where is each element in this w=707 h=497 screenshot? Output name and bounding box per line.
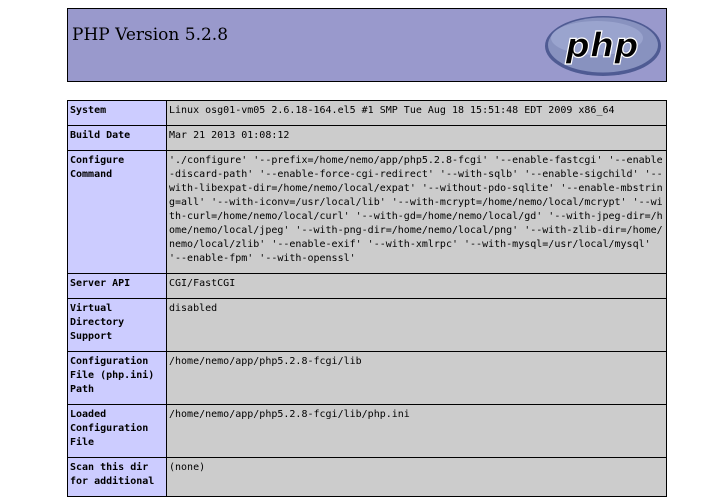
row-key: Server API: [67, 273, 167, 299]
row-value: './configure' '--prefix=/home/nemo/app/p…: [166, 150, 667, 274]
row-key: Scan this dir for additional: [67, 457, 167, 497]
row-key: Loaded Configuration File: [67, 404, 167, 458]
row-value: Mar 21 2013 01:08:12: [166, 125, 667, 151]
table-row: Virtual Directory Support disabled: [67, 298, 667, 352]
row-key: Virtual Directory Support: [67, 298, 167, 352]
row-value: /home/nemo/app/php5.2.8-fcgi/lib: [166, 351, 667, 405]
table-row: Loaded Configuration File/home/nemo/app/…: [67, 404, 667, 458]
row-key: System: [67, 100, 167, 126]
table-row: Scan this dir for additional (none): [67, 457, 667, 497]
table-row: System Linux osg01-vm05 2.6.18-164.el5 #1…: [67, 100, 667, 126]
php-logo-text: php: [565, 26, 639, 66]
php-logo-icon: php: [545, 16, 661, 76]
table-row: Configure Command './configure' '--prefix…: [67, 150, 667, 274]
table-row: Configuration File (php.ini) Path/home/n…: [67, 351, 667, 405]
row-value: /home/nemo/app/php5.2.8-fcgi/lib/php.ini: [166, 404, 667, 458]
table-row: Server API CGI/FastCGI: [67, 273, 667, 299]
page-title: PHP Version 5.2.8: [72, 25, 229, 45]
row-value: CGI/FastCGI: [166, 273, 667, 299]
phpinfo-page: PHP Version 5.2.8 php System Linux osg01-…: [67, 8, 667, 497]
row-key: Build Date: [67, 125, 167, 151]
row-value: Linux osg01-vm05 2.6.18-164.el5 #1 SMP T…: [166, 100, 667, 126]
table-row: Build Date Mar 21 2013 01:08:12: [67, 125, 667, 151]
row-value: (none): [166, 457, 667, 497]
info-table: System Linux osg01-vm05 2.6.18-164.el5 #1…: [67, 100, 667, 497]
row-key: Configure Command: [67, 150, 167, 274]
row-key: Configuration File (php.ini) Path: [67, 351, 167, 405]
row-value: disabled: [166, 298, 667, 352]
version-header: PHP Version 5.2.8 php: [67, 8, 667, 82]
